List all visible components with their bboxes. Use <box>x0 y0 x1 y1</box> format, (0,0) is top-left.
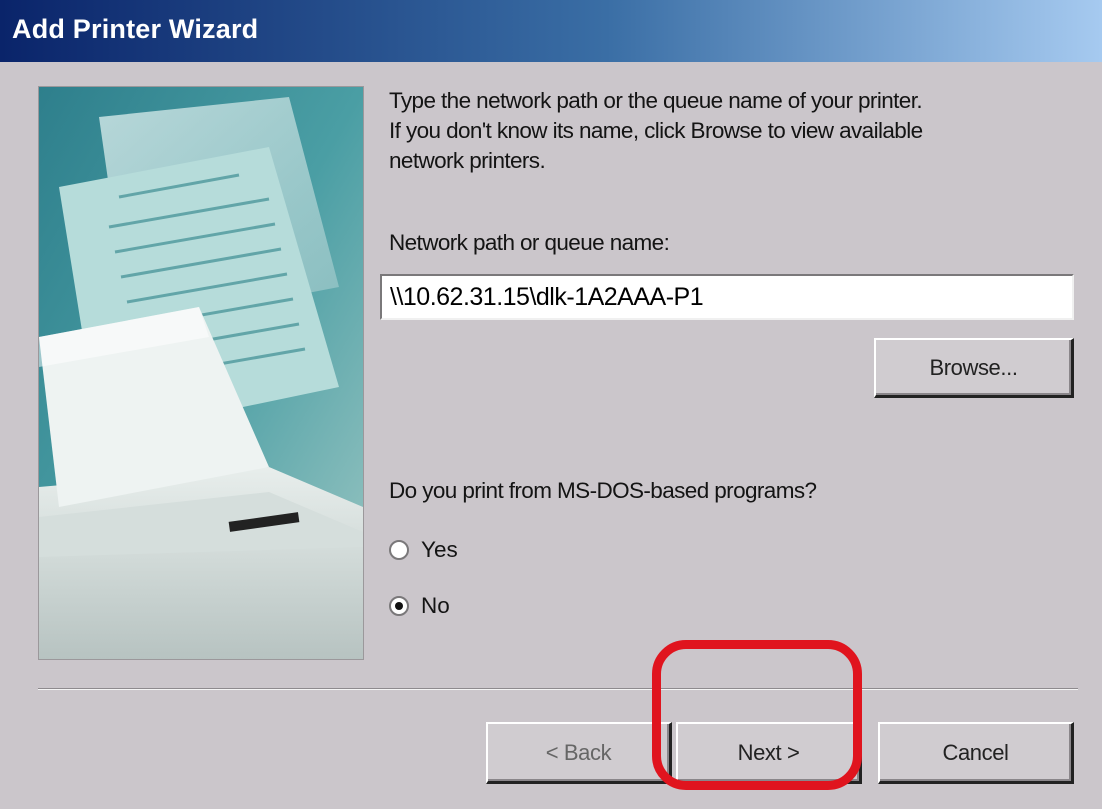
radio-yes[interactable]: Yes <box>389 535 458 565</box>
network-path-input[interactable] <box>380 274 1074 320</box>
back-button[interactable]: < Back <box>486 722 672 784</box>
footer-separator <box>38 688 1078 690</box>
radio-yes-label[interactable]: Yes <box>421 537 458 563</box>
title-bar[interactable]: Add Printer Wizard <box>0 0 1102 62</box>
msdos-question: Do you print from MS-DOS-based programs? <box>389 478 817 503</box>
next-button[interactable]: Next > <box>676 722 862 784</box>
radio-yes-circle[interactable] <box>389 540 409 560</box>
cancel-button[interactable]: Cancel <box>878 722 1074 784</box>
add-printer-wizard-window: Add Printer Wizard Type the network path… <box>0 0 1102 809</box>
network-path-label-text: Network path or queue name: <box>389 230 670 255</box>
wizard-content: Type the network path or the queue name … <box>0 62 1102 809</box>
network-path-label: Network path or queue name: <box>389 230 670 256</box>
browse-button[interactable]: Browse... <box>874 338 1074 398</box>
radio-selected-dot <box>395 602 403 610</box>
radio-no[interactable]: No <box>389 591 450 621</box>
instructions-text: Type the network path or the queue name … <box>389 88 923 173</box>
radio-no-label[interactable]: No <box>421 593 450 619</box>
radio-no-circle[interactable] <box>389 596 409 616</box>
window-title: Add Printer Wizard <box>12 14 259 44</box>
printer-documents-illustration <box>38 86 364 660</box>
